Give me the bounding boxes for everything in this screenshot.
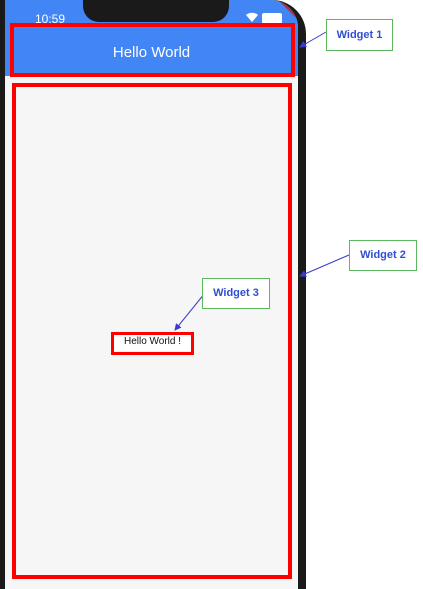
callout-widget-1: Widget 1 (326, 19, 393, 51)
arrow-widget-2 (299, 254, 350, 277)
arrow-widget-3 (174, 292, 206, 331)
callout-widget-3: Widget 3 (202, 278, 270, 309)
arrow-widget-1 (299, 31, 327, 48)
callout-widget-2: Widget 2 (349, 240, 417, 271)
